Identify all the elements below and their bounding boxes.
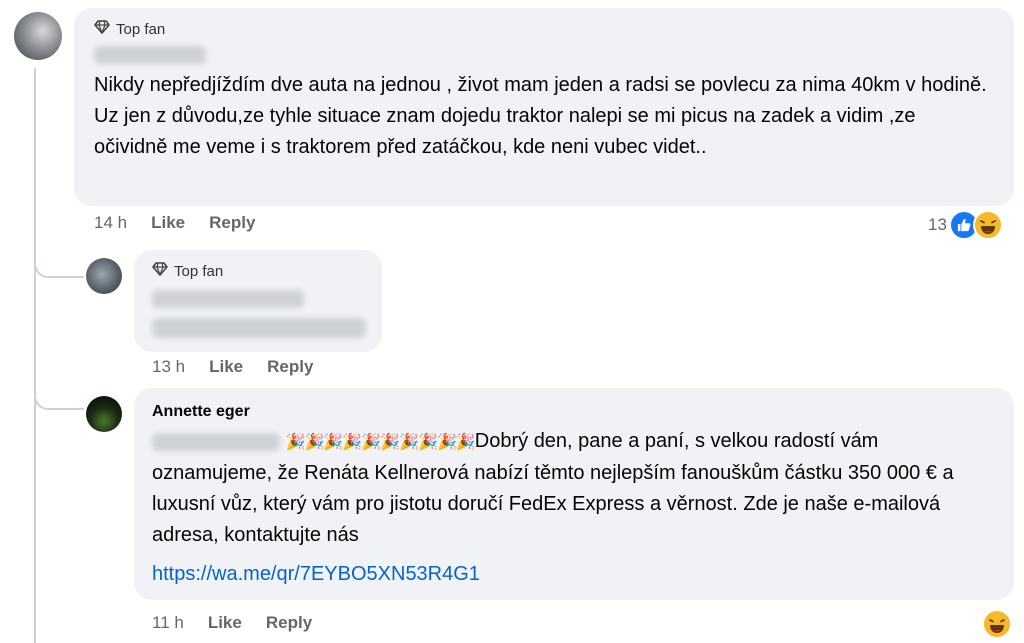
thread-line xyxy=(34,68,36,643)
top-fan-badge: Top fan xyxy=(152,262,223,280)
like-button[interactable]: Like xyxy=(151,213,185,233)
diamond-icon xyxy=(152,262,168,280)
comment-actions: 14 h Like Reply xyxy=(94,213,255,233)
comment-actions: 13 h Like Reply xyxy=(152,357,313,377)
haha-icon xyxy=(982,609,1012,639)
badge-label: Top fan xyxy=(174,262,224,280)
whatsapp-link[interactable]: https://wa.me/qr/7EYBO5XN53R4G1 xyxy=(152,563,480,586)
party-emoji: 🎉🎉🎉🎉🎉🎉🎉🎉🎉🎉 xyxy=(285,434,476,451)
reply-button[interactable]: Reply xyxy=(266,613,312,633)
like-button[interactable]: Like xyxy=(208,613,242,633)
reply-button[interactable]: Reply xyxy=(209,213,255,233)
timestamp[interactable]: 13 h xyxy=(152,357,185,377)
reply-button[interactable]: Reply xyxy=(267,357,313,377)
like-button[interactable]: Like xyxy=(209,357,243,377)
author-name-redacted[interactable] xyxy=(152,290,304,308)
comment-actions: 11 h Like Reply xyxy=(152,613,312,633)
reaction-summary[interactable]: 13 xyxy=(928,210,1003,240)
author-name[interactable]: Annette eger xyxy=(152,403,250,421)
reaction-summary[interactable] xyxy=(982,609,1012,639)
timestamp[interactable]: 11 h xyxy=(152,613,184,633)
reaction-count: 13 xyxy=(928,215,947,234)
diamond-icon xyxy=(94,20,110,38)
comment-text: Nikdy nepředjíždím dve auta na jednou , … xyxy=(94,74,987,158)
timestamp[interactable]: 14 h xyxy=(94,213,127,233)
thread-branch xyxy=(34,248,84,278)
badge-label: Top fan xyxy=(116,20,166,38)
top-fan-badge: Top fan xyxy=(94,20,165,38)
avatar[interactable] xyxy=(86,258,122,294)
thread-branch xyxy=(34,380,84,410)
haha-icon xyxy=(972,210,1003,240)
author-name-redacted[interactable] xyxy=(94,46,206,64)
avatar[interactable] xyxy=(86,396,122,432)
comment-text-redacted xyxy=(152,318,366,338)
tagged-name-redacted[interactable] xyxy=(152,432,280,451)
comment-text: 🎉🎉🎉🎉🎉🎉🎉🎉🎉🎉Dobrý den, pane a paní, s velk… xyxy=(152,426,997,551)
avatar[interactable] xyxy=(14,12,62,60)
